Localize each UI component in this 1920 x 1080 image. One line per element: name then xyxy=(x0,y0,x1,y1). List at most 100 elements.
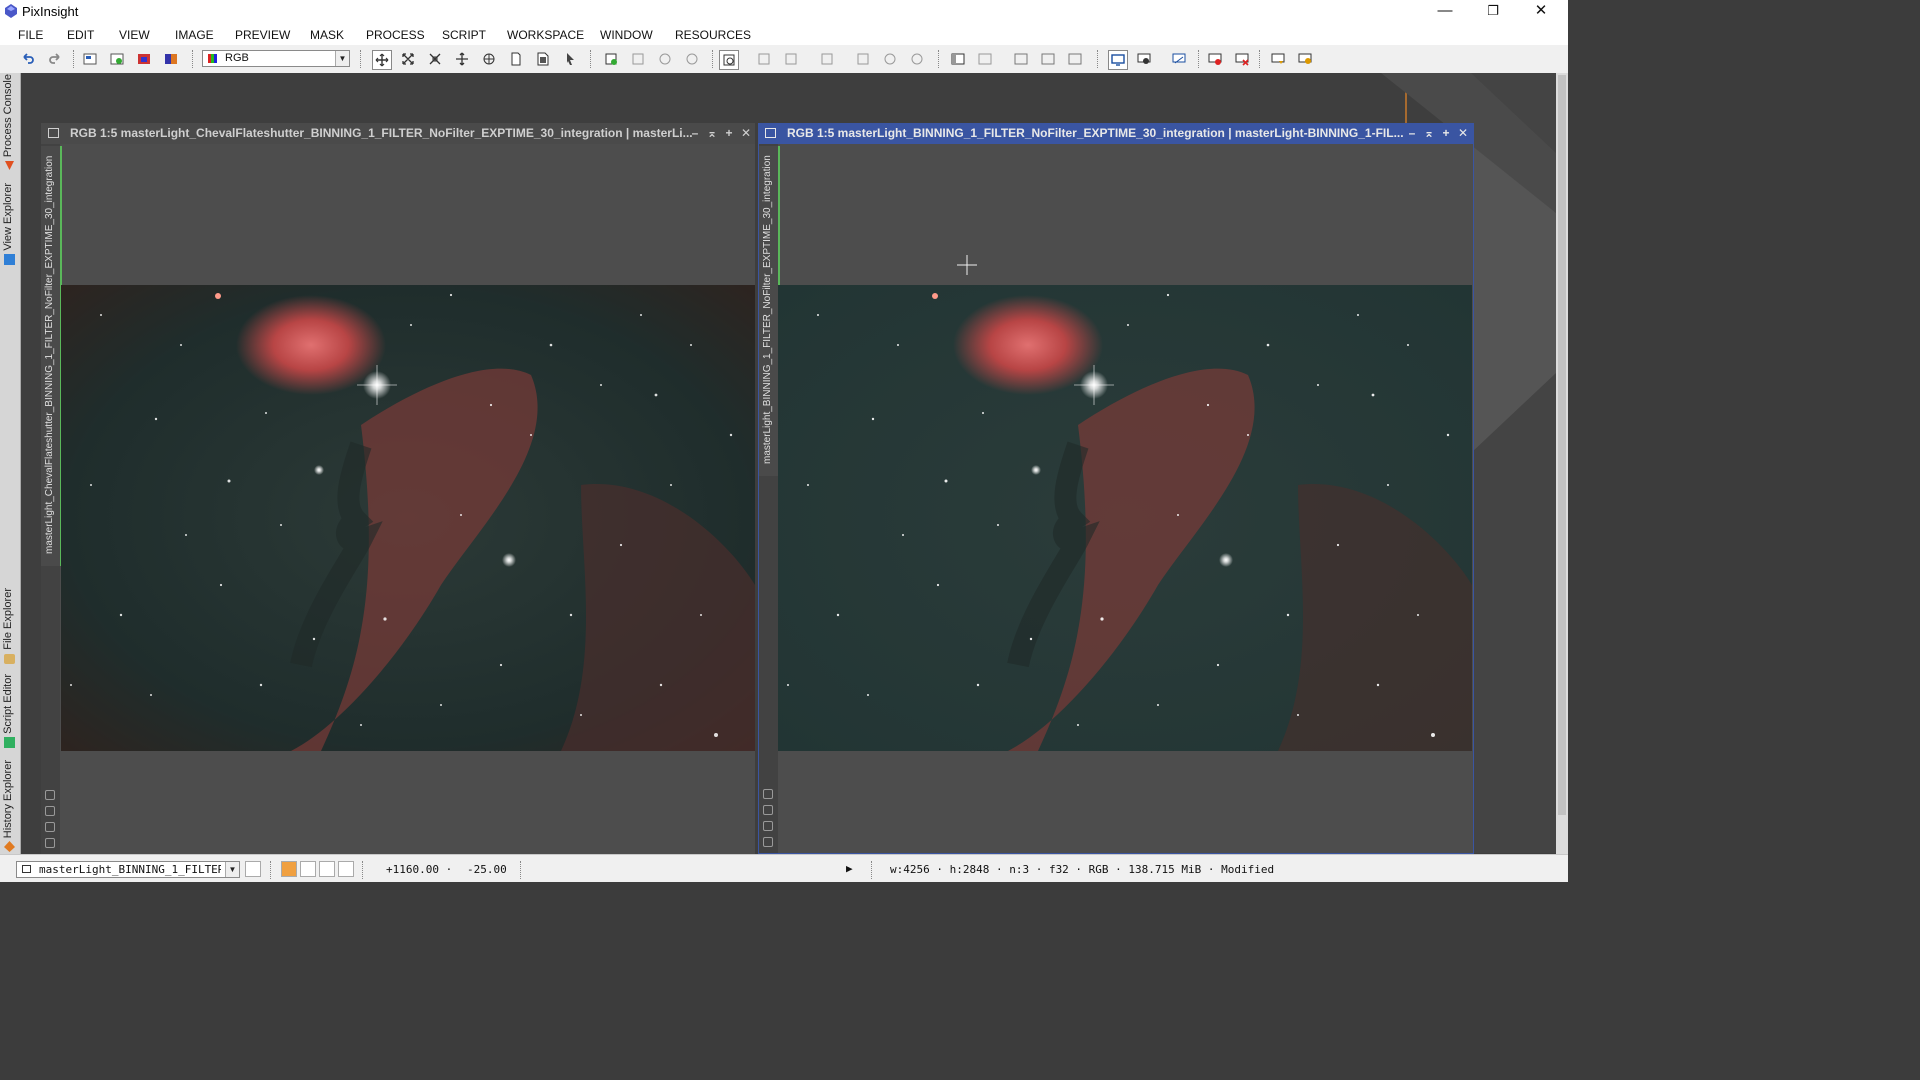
view-side-strip: masterLight_ChevalFlateshutter_BINNING_1… xyxy=(41,144,62,854)
menu-file[interactable]: FILE xyxy=(18,28,43,42)
astro-image-right xyxy=(778,285,1472,751)
image-window-icon xyxy=(765,128,776,138)
script-icon[interactable] xyxy=(1012,50,1030,68)
window-maximize-button[interactable]: + xyxy=(1439,125,1453,141)
scrollbar-thumb[interactable] xyxy=(1558,75,1566,815)
menu-preview[interactable]: PREVIEW xyxy=(235,28,290,42)
image-viewport[interactable]: masterLight_ChevalFlateshutter_BINNING_1… xyxy=(41,144,755,854)
menu-view[interactable]: VIEW xyxy=(119,28,150,42)
preview-tool-icon[interactable] xyxy=(683,50,701,68)
dock-tab-history-explorer[interactable]: History Explorer xyxy=(0,754,20,854)
workspace-icon[interactable] xyxy=(1170,50,1188,68)
mask-tool-icon[interactable] xyxy=(818,50,836,68)
view-tools xyxy=(45,784,56,848)
window-close-button[interactable]: ✕ xyxy=(1456,125,1470,141)
image-color-icon[interactable] xyxy=(162,50,180,68)
window-minimize-button[interactable]: — xyxy=(1422,0,1468,24)
dock-tab-script-editor[interactable]: Script Editor xyxy=(0,668,20,750)
expand-icon[interactable] xyxy=(763,805,773,815)
window-minimize-button[interactable]: – xyxy=(688,125,702,141)
mask-tool-icon[interactable] xyxy=(755,50,773,68)
dock-tab-label: File Explorer xyxy=(2,588,14,650)
window-titlebar-active[interactable]: RGB 1:5 masterLight_BINNING_1_FILTER_NoF… xyxy=(758,123,1474,144)
open-image-icon[interactable] xyxy=(108,50,126,68)
target-icon[interactable] xyxy=(763,837,773,847)
preview-tool-icon[interactable] xyxy=(656,50,674,68)
view-id-tab[interactable]: masterLight_BINNING_1_FILTER_NoFilter_EX… xyxy=(759,146,780,476)
zoom-fit-icon[interactable] xyxy=(399,50,417,68)
window-minimize-button[interactable]: – xyxy=(1405,125,1419,141)
menu-workspace[interactable]: WORKSPACE xyxy=(507,28,584,42)
window-restore-button[interactable]: ❐ xyxy=(1470,0,1516,24)
cursor-icon[interactable] xyxy=(561,50,579,68)
preview-icon[interactable] xyxy=(534,50,552,68)
new-preview-icon[interactable] xyxy=(602,50,620,68)
window-titlebar[interactable]: RGB 1:5 masterLight_ChevalFlateshutter_B… xyxy=(41,123,755,144)
move-icon[interactable] xyxy=(480,50,498,68)
zoom-in-icon[interactable] xyxy=(426,50,444,68)
workspace-red-icon[interactable] xyxy=(1206,50,1224,68)
image-window-left[interactable]: RGB 1:5 masterLight_ChevalFlateshutter_B… xyxy=(41,123,755,854)
pin-icon[interactable] xyxy=(45,790,55,800)
edit-mode-icon[interactable] xyxy=(372,50,392,70)
script-icon[interactable] xyxy=(1039,50,1057,68)
menu-window[interactable]: WINDOW xyxy=(600,28,653,42)
image-viewport[interactable]: masterLight_BINNING_1_FILTER_NoFilter_EX… xyxy=(758,144,1474,854)
sample-color-swatch[interactable] xyxy=(281,861,297,877)
undo-icon[interactable] xyxy=(19,50,37,68)
view-select[interactable]: masterLight_BINNING_1_FILTER_Nc ▼ xyxy=(16,861,240,878)
toolbar-separator xyxy=(1198,50,1201,68)
expand-icon[interactable] xyxy=(45,806,55,816)
window-shade-button[interactable]: ⌅ xyxy=(705,125,719,141)
workspace-scrollbar[interactable] xyxy=(1556,73,1568,854)
menu-process[interactable]: PROCESS xyxy=(366,28,425,42)
channel-select[interactable]: RGB ▼ xyxy=(202,50,350,67)
sample-color-swatch[interactable] xyxy=(319,861,335,877)
window-close-button[interactable]: ✕ xyxy=(1518,0,1564,24)
mask-icon[interactable] xyxy=(719,50,739,70)
process-tool-icon[interactable] xyxy=(881,50,899,68)
screen-icon[interactable] xyxy=(1108,50,1128,70)
play-button[interactable]: ▶ xyxy=(846,862,853,875)
process-tool-icon[interactable] xyxy=(908,50,926,68)
pan-icon[interactable] xyxy=(453,50,471,68)
dock-tab-process-console[interactable]: Process Console xyxy=(0,73,20,173)
menu-edit[interactable]: EDIT xyxy=(67,28,94,42)
sample-color-swatch[interactable] xyxy=(338,861,354,877)
new-image-icon[interactable] xyxy=(81,50,99,68)
app-title: PixInsight xyxy=(22,4,79,19)
workspace-settings-icon[interactable] xyxy=(1296,50,1314,68)
view-options-icon[interactable] xyxy=(245,861,261,877)
explorer-icon[interactable] xyxy=(976,50,994,68)
view-id-tab[interactable]: masterLight_ChevalFlateshutter_BINNING_1… xyxy=(41,146,62,566)
dock-tab-view-explorer[interactable]: View Explorer xyxy=(0,177,20,267)
workspace-red-icon[interactable] xyxy=(1233,50,1251,68)
script-icon[interactable] xyxy=(1066,50,1084,68)
process-tool-icon[interactable] xyxy=(854,50,872,68)
workspace-down-icon[interactable] xyxy=(1269,50,1287,68)
menu-mask[interactable]: MASK xyxy=(310,28,344,42)
rgb-swatch-icon xyxy=(208,54,217,63)
pixinsight-app: PixInsight — ❐ ✕ FILE EDIT VIEW IMAGE PR… xyxy=(0,0,1568,882)
target-icon[interactable] xyxy=(45,838,55,848)
mask-tool-icon[interactable] xyxy=(782,50,800,68)
image-window-right[interactable]: RGB 1:5 masterLight_BINNING_1_FILTER_NoF… xyxy=(758,123,1474,854)
redo-icon[interactable] xyxy=(46,50,64,68)
readout-icon[interactable] xyxy=(507,50,525,68)
window-close-button[interactable]: ✕ xyxy=(739,125,753,141)
menu-resources[interactable]: RESOURCES xyxy=(675,28,751,42)
color-image-icon[interactable] xyxy=(135,50,153,68)
window-maximize-button[interactable]: + xyxy=(722,125,736,141)
pin-icon[interactable] xyxy=(763,789,773,799)
window-title: RGB 1:5 masterLight_ChevalFlateshutter_B… xyxy=(70,126,693,140)
menu-image[interactable]: IMAGE xyxy=(175,28,214,42)
copy-icon[interactable] xyxy=(763,821,773,831)
copy-icon[interactable] xyxy=(45,822,55,832)
dock-tab-file-explorer[interactable]: File Explorer xyxy=(0,578,20,666)
window-shade-button[interactable]: ⌅ xyxy=(1422,125,1436,141)
preview-tool-icon[interactable] xyxy=(629,50,647,68)
menu-script[interactable]: SCRIPT xyxy=(442,28,486,42)
screen-stf-icon[interactable] xyxy=(1135,50,1153,68)
explorer-icon[interactable] xyxy=(949,50,967,68)
sample-color-swatch[interactable] xyxy=(300,861,316,877)
